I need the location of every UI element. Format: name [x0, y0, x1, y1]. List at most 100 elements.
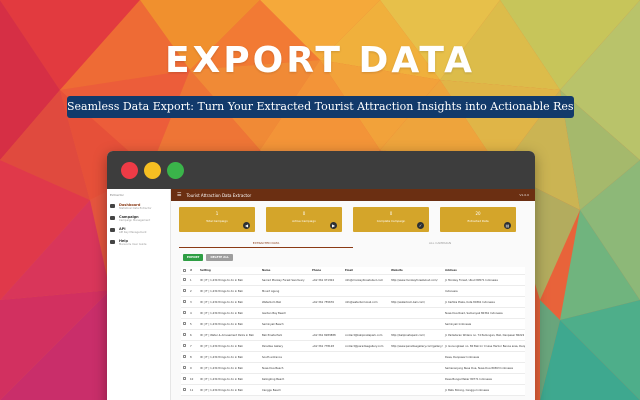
sidebar: Extractor Dashboard Statistical Data Ext… [107, 189, 171, 400]
select-all-checkbox[interactable] [181, 268, 188, 273]
database-icon: ▤ [504, 222, 511, 229]
table-cell: Seminyak Indonesia [445, 322, 472, 326]
window-titlebar [107, 151, 535, 189]
app-header: ☰ Tourist Attraction Data Extractor V1.0… [171, 189, 535, 201]
close-dot[interactable] [121, 162, 138, 179]
row-checkbox[interactable] [181, 366, 188, 370]
table-cell: 6 [190, 333, 192, 337]
table-row[interactable]: 3 ID | IT | 1,234 things to do in Bali Wat… [181, 297, 525, 308]
col-header: Email [345, 269, 354, 272]
table-cell: 3 [190, 300, 192, 304]
app-body: Extractor Dashboard Statistical Data Ext… [107, 189, 535, 400]
table-row[interactable]: 2 ID | IT | 1,234 things to do in Bali Mou… [181, 286, 525, 297]
key-icon [110, 228, 115, 232]
row-checkbox[interactable] [181, 311, 188, 315]
table-row[interactable]: 5 ID | IT | 1,234 things to do in Bali Sem… [181, 319, 525, 330]
table-cell: Jl. Gunungkawi no. 80 Bali Inr Cruise Ha… [445, 344, 525, 348]
export-button[interactable]: EXPORT [183, 254, 204, 261]
table-cell: contact@balipinatapark.com [345, 333, 383, 337]
table-cell: +62 361 778128 [312, 344, 334, 348]
tab-extracted-data[interactable]: EXTRACTED DATA [179, 240, 353, 248]
table-cell: ID | IT | 1,234 things to do in Bali [200, 300, 243, 304]
app-version: V1.0.0 [519, 193, 529, 197]
hero-title: EXPORT DATA [164, 40, 476, 81]
sidebar-item-sub: Manual & User Guide [119, 243, 147, 246]
table-cell: 11 [190, 388, 194, 392]
table-cell: Waterbom Bali [262, 300, 282, 304]
table-cell: 5 [190, 322, 192, 326]
table-row[interactable]: 4 ID | IT | 1,234 things to do in Bali Gar… [181, 308, 525, 319]
table-row[interactable]: 11 ID | IT | 1,234 things to do in Bali Ca… [181, 385, 525, 396]
table-cell: Nusa Dua Road, Semenyak 80361 Indonesia [445, 311, 503, 315]
table-cell: 8 [190, 355, 192, 359]
table-cell: Bali Pinata Park [262, 333, 283, 337]
table-cell: Garden Bay Beach [262, 311, 287, 315]
table-row[interactable]: 6 ID | IT | Water & Amusement Parks in Ba… [181, 330, 525, 341]
table-cell: info@waterbom-bali.com [345, 300, 378, 304]
table-cell: Mount Agung [262, 289, 280, 293]
minimize-dot[interactable] [144, 162, 161, 179]
col-header: # [190, 269, 193, 272]
flag-icon [110, 216, 115, 220]
help-icon [110, 240, 115, 244]
table-row[interactable]: 8 ID | IT | 1,234 things to do in Bali Sou… [181, 352, 525, 363]
menu-icon[interactable]: ☰ [177, 192, 181, 198]
row-checkbox[interactable] [181, 300, 188, 304]
stat-card-complete-campaign: 0 Complete Campaign ✓ [353, 207, 429, 232]
sidebar-item-api[interactable]: API API Key Management [107, 225, 170, 237]
row-checkbox[interactable] [181, 278, 188, 282]
table-cell: 7 [190, 344, 192, 348]
sidebar-item-campaign[interactable]: Campaign Campaign Management [107, 213, 170, 225]
table-cell: http://waterbom-bali.com/ [391, 300, 425, 304]
sidebar-item-sub: Statistical Data Extractor [119, 207, 152, 210]
main-content: ☰ Tourist Attraction Data Extractor V1.0… [171, 189, 535, 400]
table-cell: Jl. Padadaran Widera no. 74 Pedungan, Ba… [445, 333, 525, 337]
sidebar-item-help[interactable]: Help Manual & User Guide [107, 237, 170, 249]
data-table: # Setting Name Phone Email Website Addre… [181, 267, 525, 396]
sidebar-item-dashboard[interactable]: Dashboard Statistical Data Extractor [107, 201, 170, 213]
row-checkbox[interactable] [181, 355, 188, 359]
app-title: Tourist Attraction Data Extractor [186, 192, 252, 198]
row-checkbox[interactable] [181, 333, 188, 337]
table-cell: +62 361 8283888 [312, 333, 336, 337]
table-cell: South entrance [262, 355, 282, 359]
megaphone-icon: ◀ [243, 222, 250, 229]
table-cell: 10 [190, 377, 194, 381]
table-cell: 2 [190, 289, 192, 293]
table-body: 1 ID | IT | 1,234 things to do in Bali Sac… [181, 275, 525, 396]
table-cell: ID | IT | 1,234 things to do in Bali [200, 344, 243, 348]
tab-all-campaign[interactable]: ALL CAMPAIGN [353, 240, 527, 248]
col-header: Address [445, 269, 457, 272]
row-checkbox[interactable] [181, 289, 188, 293]
stat-card-active-campaign: 0 Active Campaign ▶ [266, 207, 342, 232]
table-cell: ID | IT | 1,234 things to do in Bali [200, 355, 243, 359]
stat-card-extracted-data: 20 Extracted Data ▤ [440, 207, 516, 232]
table-cell: Nusa Dua Beach [262, 366, 284, 370]
sidebar-item-sub: API Key Management [119, 231, 147, 234]
col-header: Setting [200, 269, 211, 272]
table-cell: Canggu Beach [262, 388, 281, 392]
col-header: Website [391, 269, 403, 272]
table-cell: http://www.monkeyforestubud.com/ [391, 278, 438, 282]
table-row[interactable]: 1 ID | IT | 1,234 things to do in Bali Sac… [181, 275, 525, 286]
table-row[interactable]: 10 ID | IT | 1,234 things to do in Bali Ke… [181, 374, 525, 385]
check-icon: ✓ [417, 222, 424, 229]
table-cell: Semenanjung Nusa Dua, Nusa Dua 80363 Ind… [445, 366, 513, 370]
table-cell: ID | IT | 1,234 things to do in Bali [200, 311, 243, 315]
table-cell: ID | IT | 1,234 things to do in Bali [200, 388, 243, 392]
table-row[interactable]: 7 ID | IT | 1,234 things to do in Bali Par… [181, 341, 525, 352]
sidebar-item-sub: Campaign Management [119, 219, 151, 222]
row-checkbox[interactable] [181, 377, 188, 381]
card-value: 20 [475, 211, 481, 216]
row-checkbox[interactable] [181, 322, 188, 326]
delete-all-button[interactable]: DELETE ALL [206, 254, 233, 261]
table-cell: ID | IT | Water & Amusement Parks in Bal… [200, 333, 254, 337]
table-cell: 9 [190, 366, 192, 370]
subtitle-banner: Seamless Data Export: Turn Your Extracte… [67, 96, 574, 118]
maximize-dot[interactable] [167, 162, 184, 179]
row-checkbox[interactable] [181, 344, 188, 348]
table-row[interactable]: 9 ID | IT | 1,234 things to do in Bali Nus… [181, 363, 525, 374]
table-cell: ID | IT | 1,234 things to do in Bali [200, 322, 243, 326]
row-checkbox[interactable] [181, 388, 188, 392]
card-value: 0 [302, 211, 306, 216]
